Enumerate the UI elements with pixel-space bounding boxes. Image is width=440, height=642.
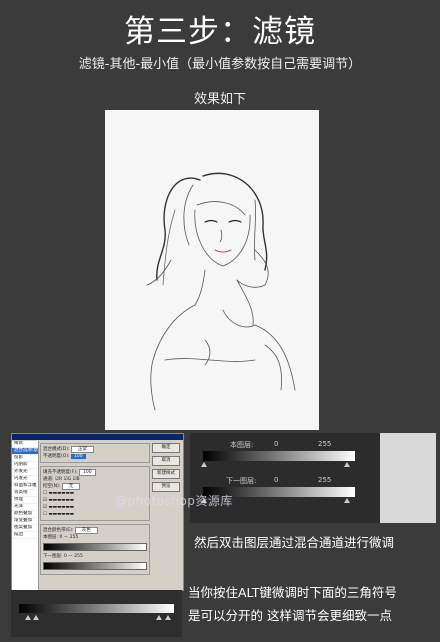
panel-this-layer-slider[interactable] — [203, 451, 355, 461]
below-layer-label: 下一图层: — [43, 554, 63, 559]
opacity-label: 不透明度(O): — [43, 454, 70, 459]
split-triangle-right-icon[interactable] — [33, 615, 39, 620]
blending-options-dialog: 样式 混合选项:默认 投影 内阴影 外发光 内发光 斜面和浮雕 等高线 纹理 光… — [11, 433, 184, 591]
style-list: 样式 混合选项:默认 投影 内阴影 外发光 内发光 斜面和浮雕 等高线 纹理 光… — [12, 441, 39, 590]
blend-if-panel: 本图层: 0 255 下一图层: 0 255 — [190, 433, 436, 523]
alt-split-slider-example — [11, 590, 182, 637]
style-item[interactable]: 描边 — [12, 532, 38, 539]
general-blending-group: 混合模式(D): 正常 不透明度(O): 100 — [40, 443, 150, 463]
below-layer-slider[interactable] — [43, 562, 147, 570]
panel-this-layer-min: 0 — [274, 440, 279, 448]
blend-if-panel-dark — [190, 433, 380, 523]
channels-label: 通道: — [43, 477, 54, 482]
below-layer-min: 0 — [63, 554, 67, 559]
blend-if-select[interactable]: 灰色 — [74, 527, 98, 534]
dialog-titlebar — [12, 434, 183, 440]
new-style-button[interactable]: 新建样式 — [152, 469, 180, 479]
style-item[interactable]: 内发光 — [12, 476, 38, 483]
panel-below-layer-label: 下一图层: — [226, 477, 257, 485]
panel-this-layer-label: 本图层: — [230, 441, 254, 449]
style-item[interactable]: 投影 — [12, 455, 38, 462]
step-instruction: 滤镜-其他-最小值（最小值参数按自己需要调节） — [78, 57, 362, 72]
this-layer-label: 本图层: — [43, 535, 59, 540]
blend-if-group: 混合颜色带(E): 灰色 本图层: 0 — 255 下一图层: 0 — 255 — [40, 524, 150, 575]
black-point-triangle-icon[interactable] — [201, 462, 207, 467]
knockout-select[interactable]: 无 — [61, 483, 81, 490]
style-item[interactable]: 内阴影 — [12, 462, 38, 469]
watermark: @photoshop资源库 — [115, 494, 233, 508]
style-item[interactable]: 渐变叠加 — [12, 518, 38, 525]
style-item[interactable]: 光泽 — [12, 504, 38, 511]
option-checkbox[interactable]: ☐ ▬▬▬▬▬▬ — [43, 511, 147, 518]
cancel-button[interactable]: 取消 — [152, 456, 180, 466]
style-item[interactable]: 斜面和浮雕 — [12, 483, 38, 490]
effect-caption: 效果如下 — [193, 92, 246, 107]
split-triangle-left-icon[interactable] — [156, 615, 162, 620]
style-item[interactable]: 图案叠加 — [12, 525, 38, 532]
fill-opacity-input[interactable]: 100 — [79, 469, 96, 476]
white-point-triangle-icon[interactable] — [344, 498, 350, 503]
style-item[interactable]: 纹理 — [12, 497, 38, 504]
blend-if-label: 混合颜色带(E): — [43, 528, 74, 533]
sketch-result-image — [105, 110, 319, 430]
panel-below-layer-max: 255 — [318, 476, 332, 484]
style-item[interactable]: 外发光 — [12, 469, 38, 476]
note-line-3: 是可以分开的 这样调节会更细致一点 — [188, 608, 392, 623]
fill-opacity-label: 填充不透明度(F): — [43, 470, 78, 475]
note-line-2: 当你按住ALT键微调时下面的三角符号 — [188, 585, 397, 600]
dialog-main: 混合模式(D): 正常 不透明度(O): 100 填充不透明度(F): 100 … — [40, 443, 150, 587]
dialog-buttons: 确定 取消 新建样式 预览 — [152, 443, 180, 495]
this-layer-min: 0 — [59, 535, 63, 540]
page-title: 第三步：滤镜 — [124, 14, 316, 50]
style-item[interactable]: 颜色叠加 — [12, 511, 38, 518]
opacity-input[interactable]: 100 — [71, 454, 86, 459]
knockout-label: 挖空(N): — [43, 484, 61, 489]
style-item[interactable]: 样式 — [12, 441, 38, 448]
blend-mode-select[interactable]: 正常 — [70, 446, 94, 453]
channel-checkboxes[interactable]: ☑R ☑G ☑B — [55, 477, 80, 482]
split-triangle-right-icon[interactable] — [165, 615, 171, 620]
split-gradient-slider[interactable] — [19, 604, 174, 613]
this-layer-max: 255 — [69, 535, 79, 540]
style-item[interactable]: 等高线 — [12, 490, 38, 497]
preview-checkbox[interactable]: 预览 — [152, 482, 180, 492]
ok-button[interactable]: 确定 — [152, 443, 180, 453]
split-triangle-left-icon[interactable] — [25, 615, 31, 620]
panel-this-layer-max: 255 — [318, 440, 332, 448]
below-layer-max: 255 — [74, 554, 83, 559]
white-point-triangle-icon[interactable] — [344, 462, 350, 467]
style-item[interactable]: 混合选项:默认 — [12, 448, 38, 455]
note-line-1: 然后双击图层通过混合通道进行微调 — [194, 535, 395, 550]
blend-mode-label: 混合模式(D): — [43, 447, 70, 452]
pencil-sketch-portrait — [105, 110, 319, 430]
this-layer-slider[interactable] — [43, 543, 147, 551]
panel-below-layer-min: 0 — [274, 476, 279, 484]
